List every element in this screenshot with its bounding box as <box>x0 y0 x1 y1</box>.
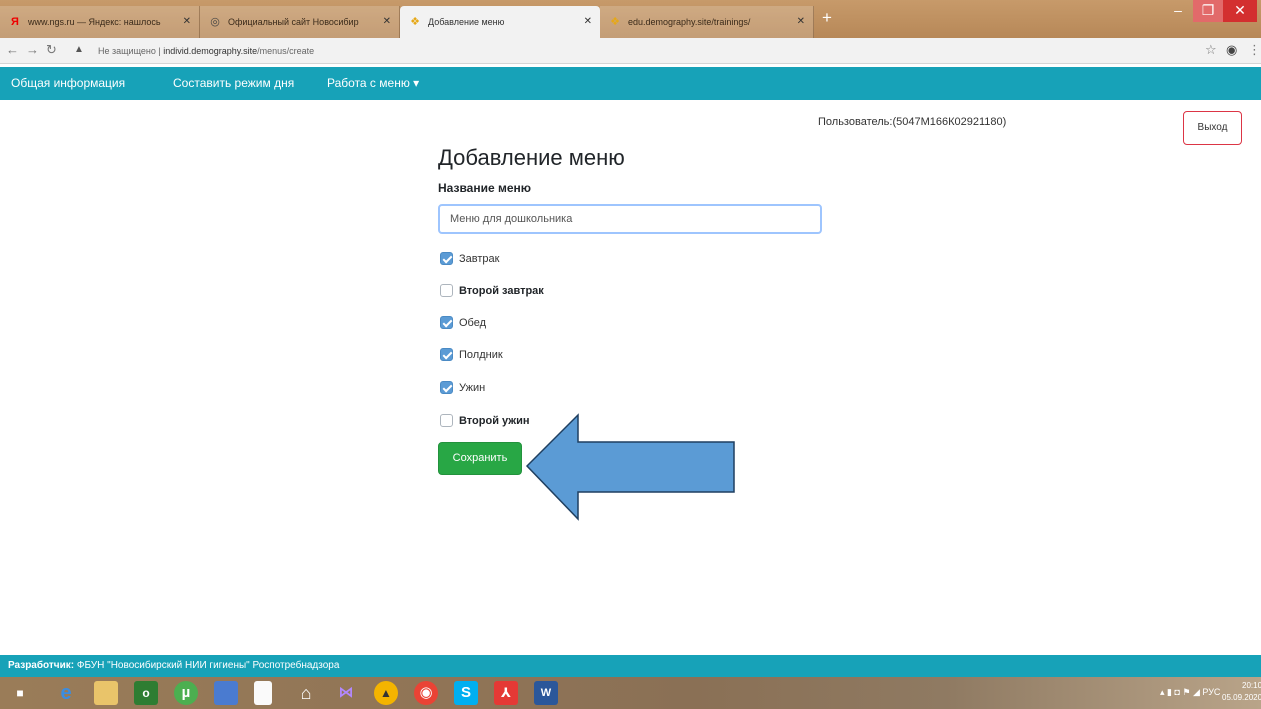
checkbox-checked[interactable] <box>440 316 453 329</box>
browser-tab-bar: Я www.ngs.ru — Яндекс: нашлось ✕ ◎ Офици… <box>0 0 1261 38</box>
url-path: /menus/create <box>257 46 315 56</box>
url-host: individ.demography.site <box>163 46 258 56</box>
tab-title: edu.demography.site/trainings/ <box>628 17 751 27</box>
home-icon[interactable]: ⌂ <box>294 681 318 705</box>
nav-general-info[interactable]: Общая информация <box>11 67 125 100</box>
checkbox-unchecked[interactable] <box>440 414 453 427</box>
site-icon: ❖ <box>410 16 420 28</box>
site-footer: Разработчик: ФБУН "Новосибирский НИИ гиг… <box>0 655 1261 677</box>
url-field[interactable]: Не защищено | individ.demography.site/me… <box>98 42 314 60</box>
torrent-icon[interactable]: µ <box>174 681 198 705</box>
visual-studio-icon[interactable]: ⋈ <box>334 681 358 705</box>
browser-tab[interactable]: Я www.ngs.ru — Яндекс: нашлось ✕ <box>0 6 200 38</box>
browser-tab[interactable]: ❖ edu.demography.site/trainings/ ✕ <box>600 6 814 38</box>
warning-icon[interactable]: ▲ <box>74 44 84 55</box>
checkbox-label: Второй завтрак <box>459 285 544 297</box>
close-tab-icon[interactable]: ✕ <box>797 6 805 38</box>
checkbox-checked[interactable] <box>440 252 453 265</box>
document-icon[interactable] <box>254 681 272 705</box>
close-tab-icon[interactable]: ✕ <box>183 6 191 38</box>
browser-tab-active[interactable]: ❖ Добавление меню ✕ <box>400 6 600 38</box>
pointer-arrow-annotation <box>525 413 735 521</box>
maximize-button[interactable]: ❐ <box>1193 0 1223 22</box>
checkbox-label: Ужин <box>459 382 486 394</box>
close-tab-icon[interactable]: ✕ <box>584 6 592 38</box>
ie-icon[interactable]: e <box>54 681 78 705</box>
new-tab-button[interactable]: + <box>822 8 832 28</box>
site-navbar: Общая информация Составить режим дня Раб… <box>0 67 1261 100</box>
minimize-button[interactable]: – <box>1163 0 1193 22</box>
security-label: Не защищено <box>98 46 156 56</box>
skype-icon[interactable]: S <box>454 681 478 705</box>
user-label: Пользователь:(5047М166К02921180) <box>818 116 1007 128</box>
folder-icon[interactable] <box>94 681 118 705</box>
chrome-icon[interactable]: ◉ <box>414 681 438 705</box>
tray-lang: РУС <box>1202 687 1221 697</box>
clock[interactable]: 20:10 05.09.2020 <box>1222 680 1261 704</box>
logout-button[interactable]: Выход <box>1183 111 1242 145</box>
save-button[interactable]: Сохранить <box>438 442 522 475</box>
nav-menu-work-dropdown[interactable]: Работа с меню ▾ <box>327 67 419 100</box>
forward-icon[interactable]: → <box>26 42 39 57</box>
globe-icon: ◎ <box>210 16 220 28</box>
menu-name-label: Название меню <box>438 181 532 195</box>
clock-date: 05.09.2020 <box>1222 693 1261 702</box>
checkbox-unchecked[interactable] <box>440 284 453 297</box>
word-icon[interactable]: W <box>534 681 558 705</box>
start-icon[interactable]: ■ <box>8 681 32 705</box>
yandex-icon: Я <box>11 16 19 28</box>
checkbox-checked[interactable] <box>440 348 453 361</box>
footer-prefix: Разработчик: <box>8 660 75 671</box>
checkbox-label: Второй ужин <box>459 415 530 427</box>
system-tray[interactable]: ▴ ▮ ◘ ⚑ ◢ РУС <box>1160 687 1220 698</box>
office-icon[interactable]: o <box>134 681 158 705</box>
checkbox-label: Завтрак <box>459 253 500 265</box>
monitor-icon[interactable] <box>214 681 238 705</box>
star-icon[interactable]: ☆ <box>1205 42 1217 58</box>
back-icon[interactable]: ← <box>6 42 19 57</box>
checkbox-checked[interactable] <box>440 381 453 394</box>
close-window-button[interactable]: ✕ <box>1223 0 1257 22</box>
pdf-icon[interactable]: ⅄ <box>494 681 518 705</box>
address-bar: ← → ↻ ▲ Не защищено | individ.demography… <box>0 38 1261 64</box>
tab-title: Добавление меню <box>428 17 505 27</box>
account-icon[interactable]: ◉ <box>1226 42 1237 58</box>
footer-text: ФБУН "Новосибирский НИИ гигиены" Роспотр… <box>74 660 340 671</box>
os-taskbar: ■ e o µ ⌂ ⋈ ▲ ◉ S ⅄ W ▴ ▮ ◘ ⚑ ◢ РУС 20:1… <box>0 677 1261 709</box>
tab-title: Официальный сайт Новосибир <box>228 17 359 27</box>
menu-name-input[interactable]: Меню для дошкольника <box>438 204 822 234</box>
checkbox-label: Обед <box>459 317 487 329</box>
nav-day-schedule[interactable]: Составить режим дня <box>173 67 294 100</box>
triangle-app-icon[interactable]: ▲ <box>374 681 398 705</box>
reload-icon[interactable]: ↻ <box>46 42 57 58</box>
menu-icon[interactable]: ⋮ <box>1248 42 1261 58</box>
browser-tab[interactable]: ◎ Официальный сайт Новосибир ✕ <box>200 6 400 38</box>
tab-title: www.ngs.ru — Яндекс: нашлось <box>28 17 161 27</box>
clock-time: 20:10 <box>1242 681 1261 690</box>
close-tab-icon[interactable]: ✕ <box>383 6 391 38</box>
checkbox-label: Полдник <box>459 349 503 361</box>
page-title: Добавление меню <box>438 145 625 170</box>
site-icon: ❖ <box>610 16 620 28</box>
